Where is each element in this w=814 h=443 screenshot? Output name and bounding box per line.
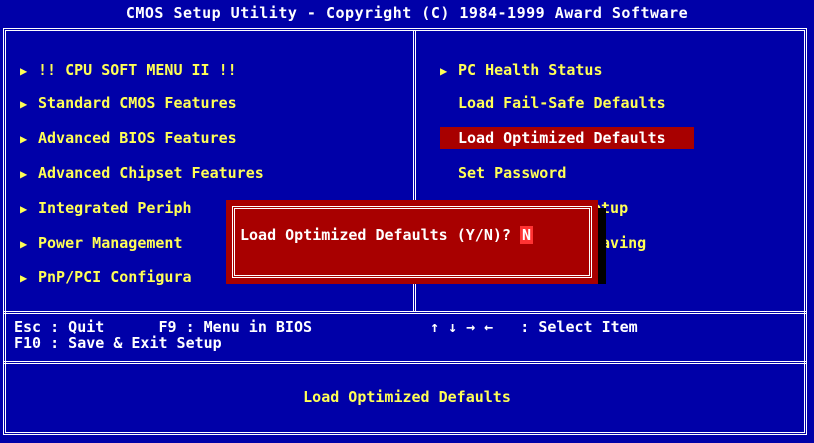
triangle-right-icon: ▶: [20, 167, 28, 181]
triangle-right-icon: ▶: [20, 202, 28, 216]
dialog-answer-input[interactable]: N: [519, 226, 533, 244]
menu-item-advanced-bios[interactable]: ▶ Advanced BIOS Features: [20, 127, 237, 149]
menu-item-load-fail-safe[interactable]: Load Fail-Safe Defaults: [458, 92, 666, 114]
menu-item-standard-cmos[interactable]: ▶ Standard CMOS Features: [20, 92, 237, 114]
menu-item-load-optimized[interactable]: Load Optimized Defaults: [440, 127, 694, 149]
help-select-item: ↑ ↓ → ← : Select Item: [430, 318, 638, 336]
confirm-dialog: Load Optimized Defaults (Y/N)? N: [226, 200, 598, 284]
triangle-right-icon: ▶: [20, 132, 28, 146]
triangle-right-icon: ▶: [20, 271, 28, 285]
help-save-exit: F10 : Save & Exit Setup: [14, 334, 222, 352]
triangle-right-icon: ▶: [440, 64, 448, 78]
triangle-right-icon: ▶: [20, 237, 28, 251]
menu-item-pc-health[interactable]: ▶ PC Health Status: [440, 59, 603, 81]
dialog-prompt: Load Optimized Defaults (Y/N)? N: [240, 226, 533, 244]
menu-item-integrated-peripherals[interactable]: ▶ Integrated Periph: [20, 197, 192, 219]
menu-item-set-password[interactable]: Set Password: [458, 162, 566, 184]
help-divider: [3, 311, 807, 314]
triangle-right-icon: ▶: [20, 64, 28, 78]
title-bar: CMOS Setup Utility - Copyright (C) 1984-…: [125, 4, 689, 22]
status-description: Load Optimized Defaults: [303, 388, 511, 406]
triangle-right-icon: ▶: [20, 97, 28, 111]
menu-item-cpu-soft-menu[interactable]: ▶!! CPU SOFT MENU II !!: [20, 59, 237, 81]
menu-item-power-management[interactable]: ▶ Power Management: [20, 232, 183, 254]
status-divider: [3, 361, 807, 364]
menu-item-pnp-pci[interactable]: ▶ PnP/PCI Configura: [20, 266, 192, 288]
menu-item-advanced-chipset[interactable]: ▶ Advanced Chipset Features: [20, 162, 264, 184]
help-quit-menu: Esc : Quit F9 : Menu in BIOS: [14, 318, 313, 336]
